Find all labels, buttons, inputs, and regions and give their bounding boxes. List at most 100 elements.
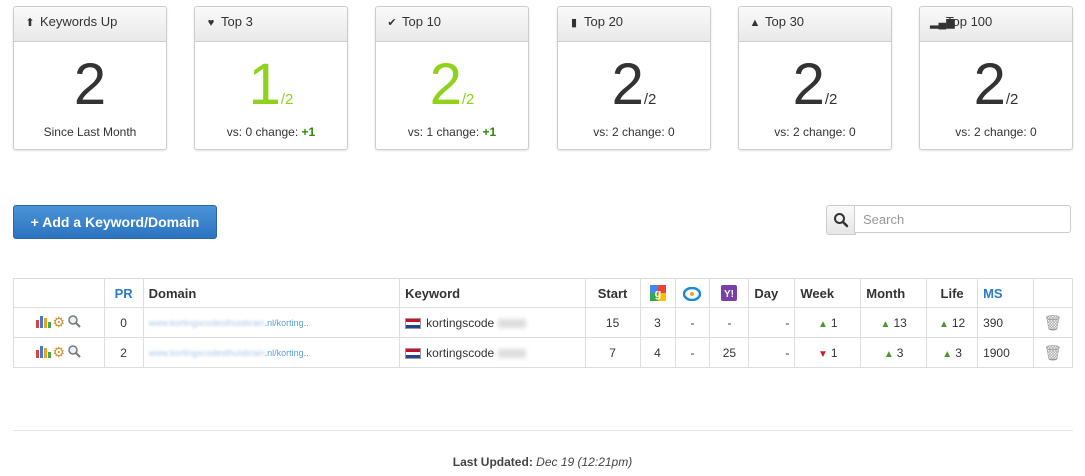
pr-cell: 2	[103, 337, 144, 368]
card-count: 2	[973, 52, 1006, 117]
signal-icon: ▂▄▆	[930, 17, 955, 29]
chart-icon[interactable]	[35, 314, 51, 331]
google-header[interactable]: g	[639, 278, 676, 308]
keyword-cell: kortingscode	[399, 337, 586, 368]
card-count: 2	[611, 52, 644, 117]
card-footer: vs: 2 change: 0	[558, 125, 710, 139]
card-value: 2/2	[558, 49, 710, 121]
yahoo-header[interactable]: Y!	[709, 278, 750, 308]
google-icon: g	[649, 285, 666, 302]
keyword-header[interactable]: Keyword	[399, 278, 586, 308]
road-icon: ▲	[749, 17, 761, 29]
svg-text:Y!: Y!	[724, 289, 734, 300]
life-cell: ▲ 12	[926, 307, 979, 338]
domain-link[interactable]: www.kortingscodesthuisbrain.nl/korting..	[142, 337, 401, 368]
start-cell: 15	[584, 307, 641, 338]
day-cell: -	[748, 337, 796, 368]
card-footer: Since Last Month	[14, 125, 166, 139]
start-header[interactable]: Start	[584, 278, 641, 308]
ms-header[interactable]: MS	[977, 278, 1034, 308]
delete-cell: 🗑	[1032, 307, 1074, 338]
heart-icon: ♥	[207, 17, 215, 29]
card-vs-text: vs: 1 change:	[407, 125, 483, 139]
search-button[interactable]	[826, 205, 856, 235]
domain-header[interactable]: Domain	[142, 278, 401, 308]
gear-icon[interactable]: ⚙	[53, 344, 66, 361]
search-input[interactable]	[854, 205, 1071, 233]
ms-cell: 390	[977, 307, 1034, 338]
keywords-table: PR Domain Keyword Start g Y! Day Week Mo…	[13, 278, 1074, 368]
bing-icon	[683, 286, 702, 302]
day-cell: -	[748, 307, 796, 338]
pr-header[interactable]: PR	[103, 278, 144, 308]
stat-card-top-10: ✔ Top 10 2/2 vs: 1 change: +1	[375, 6, 529, 150]
card-value: 2	[14, 49, 166, 121]
card-header: ▮ Top 20	[558, 7, 710, 42]
google-rank-cell: 4	[639, 337, 676, 368]
stat-card-keywords-up: ⬆ Keywords Up 2 Since Last Month	[13, 6, 167, 150]
card-vs-text: vs: 2 change: 0	[774, 125, 856, 139]
delete-header	[1032, 278, 1074, 308]
arrow-up-icon: ▲	[883, 348, 894, 360]
table-row: ⚙ 0 www.kortingscodesthuisbrain.nl/korti…	[13, 307, 1074, 338]
life-cell: ▲ 3	[926, 337, 979, 368]
card-title: Top 10	[402, 14, 442, 29]
last-updated: Last Updated: Dec 19 (12:21pm)	[452, 455, 633, 469]
arrow-up-icon: ▲	[817, 318, 828, 330]
google-rank-cell: 3	[639, 307, 676, 338]
day-header[interactable]: Day	[748, 278, 796, 308]
bing-rank-cell: -	[674, 307, 711, 338]
card-footer-text: Since Last Month	[43, 125, 137, 139]
week-cell: ▼ 1	[794, 337, 862, 368]
card-change-value: +1	[482, 125, 497, 139]
life-header[interactable]: Life	[926, 278, 979, 308]
stat-card-top-30: ▲ Top 30 2/2 vs: 2 change: 0	[738, 6, 892, 150]
card-header: ♥ Top 3	[195, 7, 347, 42]
svg-text:g: g	[654, 288, 661, 300]
yahoo-icon: Y!	[721, 285, 738, 302]
stat-card-top-20: ▮ Top 20 2/2 vs: 2 change: 0	[557, 6, 711, 150]
delete-cell: 🗑	[1032, 337, 1074, 368]
arrow-up-icon: ▲	[942, 348, 953, 360]
month-header[interactable]: Month	[860, 278, 928, 308]
card-title: Top 3	[221, 14, 253, 29]
month-cell: ▲ 3	[860, 337, 928, 368]
card-denominator: /2	[1005, 91, 1019, 108]
domain-link[interactable]: www.kortingscodesthuisbrain.nl/korting..	[142, 307, 401, 338]
card-vs-text: vs: 2 change: 0	[593, 125, 675, 139]
card-value: 1/2	[195, 49, 347, 121]
card-count: 2	[73, 52, 107, 117]
arrow-up-icon: ▲	[880, 318, 891, 330]
plus-icon: +	[30, 214, 39, 230]
card-value: 2/2	[739, 49, 891, 121]
netherlands-flag-icon	[405, 317, 422, 329]
card-footer: vs: 2 change: 0	[739, 125, 891, 139]
card-value: 2/2	[376, 49, 528, 121]
actions-header	[13, 278, 105, 308]
card-denominator: /2	[643, 91, 657, 108]
add-keyword-domain-button[interactable]: + Add a Keyword/Domain	[13, 205, 217, 239]
last-updated-value: Dec 19 (12:21pm)	[536, 455, 633, 469]
bing-header[interactable]	[674, 278, 711, 308]
trash-icon[interactable]: 🗑	[1043, 345, 1062, 362]
yahoo-rank-cell: -	[709, 307, 750, 338]
card-footer: vs: 1 change: +1	[376, 125, 528, 139]
card-title: Top 30	[765, 14, 805, 29]
row-actions: ⚙	[13, 307, 105, 338]
card-denominator: /2	[461, 91, 475, 108]
card-vs-text: vs: 0 change:	[226, 125, 302, 139]
card-count: 2	[429, 52, 462, 117]
magnifier-icon[interactable]	[67, 344, 81, 361]
trash-icon[interactable]: 🗑	[1043, 315, 1062, 332]
week-header[interactable]: Week	[794, 278, 862, 308]
card-header: ⬆ Keywords Up	[14, 7, 166, 42]
magnifier-icon[interactable]	[67, 314, 81, 331]
add-button-label: Add a Keyword/Domain	[42, 214, 200, 230]
gear-icon[interactable]: ⚙	[53, 314, 66, 331]
card-count: 1	[248, 52, 281, 117]
chart-icon[interactable]	[35, 344, 51, 361]
table-header-row: PR Domain Keyword Start g Y! Day Week Mo…	[13, 278, 1074, 308]
week-cell: ▲ 1	[794, 307, 862, 338]
row-actions: ⚙	[13, 337, 105, 368]
arrow-up-icon: ⬆	[25, 17, 35, 29]
